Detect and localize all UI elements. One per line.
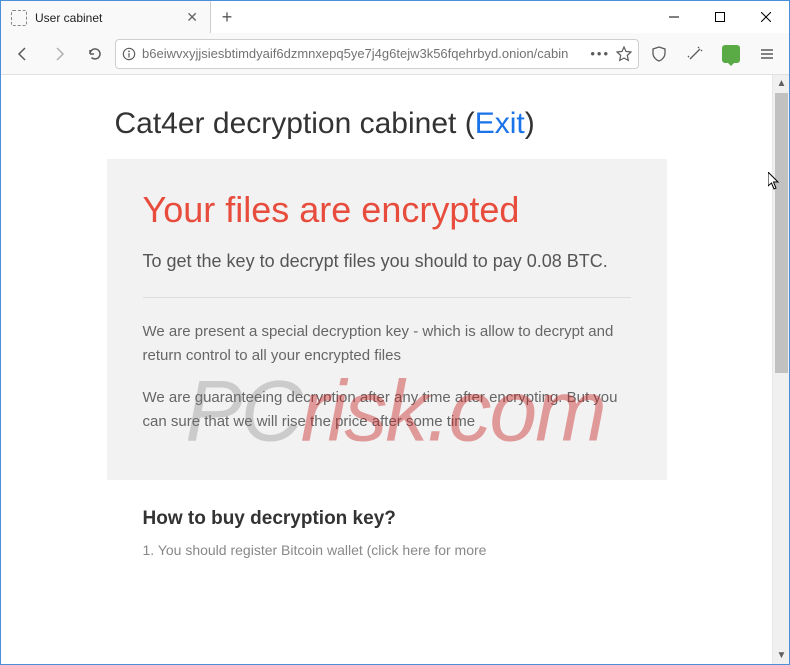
- close-window-button[interactable]: [743, 1, 789, 33]
- window-controls: [651, 1, 789, 33]
- scroll-up-arrow[interactable]: ▲: [773, 75, 790, 92]
- close-icon: [761, 12, 771, 22]
- maximize-button[interactable]: [697, 1, 743, 33]
- minimize-button[interactable]: [651, 1, 697, 33]
- tab-favicon: [11, 10, 27, 26]
- info-paragraph-1: We are present a special decryption key …: [143, 320, 631, 368]
- back-icon: [15, 46, 31, 62]
- address-bar[interactable]: b6eiwvxyjjsiesbtimdyaif6dzmnxepq5ye7j4g6…: [115, 39, 639, 69]
- lead-text: To get the key to decrypt files you shou…: [143, 248, 631, 275]
- vertical-scrollbar[interactable]: ▲ ▼: [772, 75, 789, 664]
- maximize-icon: [715, 12, 725, 22]
- star-icon: [616, 46, 632, 62]
- info-paragraph-2: We are guaranteeing decryption after any…: [143, 386, 631, 434]
- wand-icon: [687, 46, 703, 62]
- bookmark-button[interactable]: [616, 46, 632, 62]
- ublock-icon: [722, 45, 740, 63]
- back-button[interactable]: [7, 38, 39, 70]
- toolbar: b6eiwvxyjjsiesbtimdyaif6dzmnxepq5ye7j4g6…: [1, 33, 789, 75]
- reload-button[interactable]: [79, 38, 111, 70]
- warning-card: Your files are encrypted To get the key …: [107, 159, 667, 480]
- new-tab-button[interactable]: +: [211, 1, 243, 33]
- page-content: Cat4er decryption cabinet (Exit) Your fi…: [1, 75, 772, 664]
- titlebar: User cabinet ✕ +: [1, 1, 789, 33]
- app-menu-button[interactable]: [751, 38, 783, 70]
- scroll-down-arrow[interactable]: ▼: [773, 647, 790, 664]
- url-text: b6eiwvxyjjsiesbtimdyaif6dzmnxepq5ye7j4g6…: [142, 46, 584, 61]
- forward-button[interactable]: [43, 38, 75, 70]
- title-text: Cat4er decryption cabinet (: [115, 107, 475, 140]
- browser-window: User cabinet ✕ + b6eiwvxy: [0, 0, 790, 665]
- warning-heading: Your files are encrypted: [143, 189, 631, 230]
- list-item-cutoff: 1. You should register Bitcoin wallet (c…: [143, 542, 667, 558]
- scrollbar-thumb[interactable]: [775, 93, 788, 373]
- page-actions-button[interactable]: •••: [590, 46, 610, 61]
- tracking-protection-button[interactable]: [643, 38, 675, 70]
- customize-button[interactable]: [679, 38, 711, 70]
- tab-title: User cabinet: [35, 11, 174, 25]
- exit-link[interactable]: Exit: [475, 107, 525, 140]
- forward-icon: [51, 46, 67, 62]
- section-heading: How to buy decryption key?: [143, 508, 667, 530]
- menu-icon: [759, 46, 775, 62]
- browser-tab[interactable]: User cabinet ✕: [1, 1, 211, 33]
- divider: [143, 297, 631, 298]
- ublock-button[interactable]: [715, 38, 747, 70]
- minimize-icon: [669, 12, 679, 22]
- content-area: Cat4er decryption cabinet (Exit) Your fi…: [1, 75, 789, 664]
- page-title: Cat4er decryption cabinet (Exit): [115, 107, 667, 141]
- shield-icon: [651, 46, 667, 62]
- info-icon: [122, 47, 136, 61]
- reload-icon: [87, 46, 103, 62]
- close-tab-button[interactable]: ✕: [182, 9, 202, 26]
